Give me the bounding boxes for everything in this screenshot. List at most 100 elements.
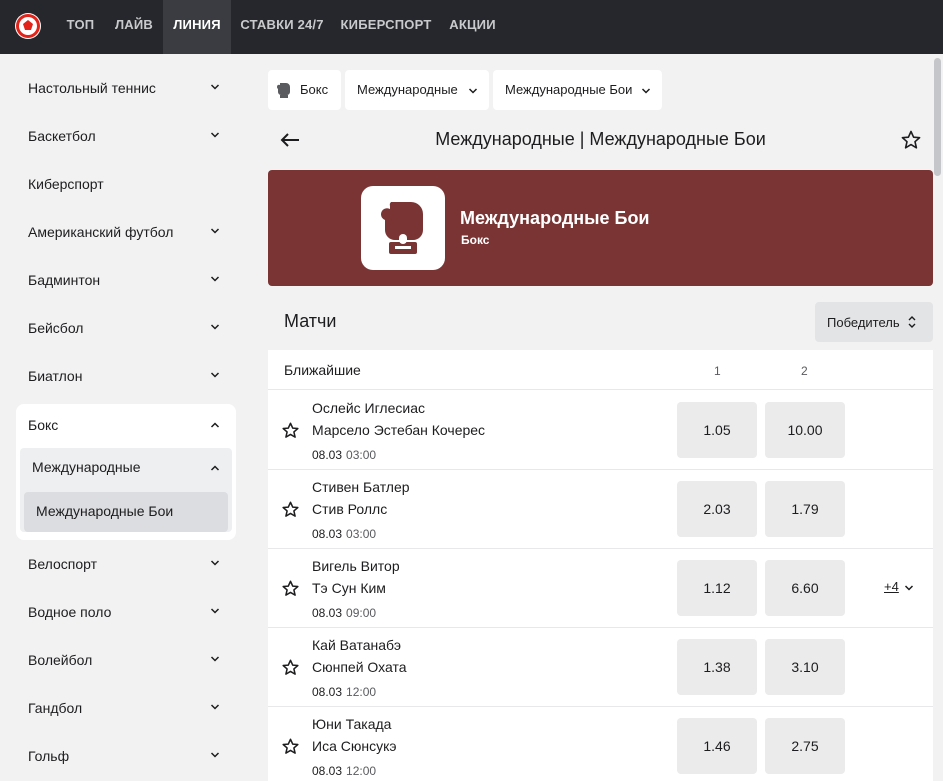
match-row[interactable]: Юни Такада Иса Сюнсукэ 08.03 12:00 1.46 2… <box>268 707 933 781</box>
sidebar-item-boxing[interactable]: Бокс <box>16 404 236 448</box>
sidebar-item-label: Биатлон <box>28 368 83 384</box>
sidebar-group-boxing: Бокс Международные Международные Бои <box>16 404 236 540</box>
player-2-name: Сюнпей Охата <box>312 659 407 675</box>
odd-1-button[interactable]: 1.12 <box>677 560 757 616</box>
match-date: 08.03 <box>312 685 343 699</box>
banner-subtitle: Бокс <box>461 233 490 247</box>
nav-line[interactable]: ЛИНИЯ <box>163 0 231 54</box>
odd-1-button[interactable]: 1.46 <box>677 718 757 774</box>
market-select-label: Победитель <box>827 315 900 330</box>
chevron-down-icon <box>210 132 220 138</box>
match-date: 08.03 <box>312 448 343 462</box>
sidebar-item-golf[interactable]: Гольф <box>16 733 236 781</box>
breadcrumb-league[interactable]: Международные Бои <box>493 70 662 110</box>
match-row[interactable]: Стивен Батлер Стив Роллс 08.03 03:00 2.03… <box>268 470 933 549</box>
chevron-down-icon <box>210 276 220 282</box>
nav-esports[interactable]: КИБЕРСПОРТ <box>333 0 439 54</box>
match-date: 08.03 <box>312 606 343 620</box>
table-header: Ближайшие 1 2 <box>268 350 933 390</box>
match-time: 03:00 <box>346 448 377 462</box>
logo-icon[interactable] <box>15 13 41 39</box>
sidebar-item-international[interactable]: Международные <box>20 448 232 488</box>
sidebar-item-international-fights[interactable]: Международные Бои <box>24 492 228 532</box>
match-datetime: 08.03 03:00 <box>312 448 376 462</box>
page-scrollbar[interactable] <box>934 58 941 176</box>
odd-1-button[interactable]: 1.38 <box>677 639 757 695</box>
star-icon[interactable] <box>282 580 299 597</box>
sidebar-item-biathlon[interactable]: Биатлон <box>16 353 236 401</box>
sidebar-item-label: Водное поло <box>28 604 112 620</box>
sidebar-item-label: Киберспорт <box>28 176 104 192</box>
favorite-star-icon[interactable] <box>901 130 921 150</box>
sidebar-item-label: Бейсбол <box>28 320 84 336</box>
breadcrumb-sport[interactable]: Бокс <box>268 70 341 110</box>
league-banner: Международные Бои Бокс <box>268 170 933 286</box>
nav-bets-247[interactable]: СТАВКИ 24/7 <box>231 0 333 54</box>
sidebar-item-esports[interactable]: Киберспорт <box>16 161 236 209</box>
more-markets-link[interactable]: +4 <box>884 579 899 594</box>
sidebar-item-volleyball[interactable]: Волейбол <box>16 637 236 685</box>
column-header-1: 1 <box>714 364 721 378</box>
player-1-name: Вигель Витор <box>312 558 400 574</box>
nav-promotions[interactable]: АКЦИИ <box>439 0 506 54</box>
nav-top[interactable]: ТОП <box>56 0 105 54</box>
chevron-down-icon <box>904 585 914 591</box>
sidebar-item-label: Настольный теннис <box>28 80 156 96</box>
nav-live[interactable]: ЛАЙВ <box>105 0 163 54</box>
player-1-name: Кай Ватанабэ <box>312 637 402 653</box>
sidebar-item-handball[interactable]: Гандбол <box>16 685 236 733</box>
banner-title: Международные Бои <box>460 208 650 228</box>
chevron-down-icon <box>210 84 220 90</box>
sidebar-item-label: Велоспорт <box>28 556 98 572</box>
top-navigation-bar: ТОП ЛАЙВ ЛИНИЯ СТАВКИ 24/7 КИБЕРСПОРТ АК… <box>0 0 943 54</box>
chevron-down-icon <box>210 704 220 710</box>
chevron-down-icon <box>210 228 220 234</box>
star-icon[interactable] <box>282 501 299 518</box>
sidebar-subgroup-international: Международные Международные Бои <box>20 448 232 532</box>
sidebar-item-badminton[interactable]: Бадминтон <box>16 257 236 305</box>
odd-2-button[interactable]: 6.60 <box>765 560 845 616</box>
sports-sidebar: Настольный теннис Баскетбол Киберспорт А… <box>0 54 252 781</box>
player-1-name: Юни Такада <box>312 716 392 732</box>
odd-2-button[interactable]: 1.79 <box>765 481 845 537</box>
player-1-name: Стивен Батлер <box>312 479 410 495</box>
breadcrumb-country[interactable]: Международные <box>345 70 489 110</box>
star-icon[interactable] <box>282 659 299 676</box>
chevron-up-icon <box>210 465 220 471</box>
market-select[interactable]: Победитель <box>815 302 933 342</box>
matches-table: Ближайшие 1 2 Ослейс Иглесиас Марсело Эс… <box>268 350 933 781</box>
odd-2-button[interactable]: 3.10 <box>765 639 845 695</box>
sidebar-item-american-football[interactable]: Американский футбол <box>16 209 236 257</box>
league-logo <box>361 186 445 270</box>
sidebar-item-baseball[interactable]: Бейсбол <box>16 305 236 353</box>
odd-2-button[interactable]: 10.00 <box>765 402 845 458</box>
player-2-name: Стив Роллс <box>312 501 388 517</box>
sidebar-item-cycling[interactable]: Велоспорт <box>16 541 236 589</box>
chevron-down-icon <box>468 88 478 94</box>
chevron-down-icon <box>210 656 220 662</box>
odd-1-button[interactable]: 2.03 <box>677 481 757 537</box>
match-row[interactable]: Кай Ватанабэ Сюнпей Охата 08.03 12:00 1.3… <box>268 628 933 707</box>
sidebar-item-label: Бокс <box>28 417 59 433</box>
breadcrumb-label: Международные Бои <box>505 82 633 97</box>
match-row[interactable]: Вигель Витор Тэ Сун Ким 08.03 09:00 1.12 … <box>268 549 933 628</box>
sidebar-item-basketball[interactable]: Баскетбол <box>16 113 236 161</box>
sidebar-item-water-polo[interactable]: Водное поло <box>16 589 236 637</box>
odd-2-button[interactable]: 2.75 <box>765 718 845 774</box>
odd-1-button[interactable]: 1.05 <box>677 402 757 458</box>
main-content: Бокс Международные Международные Бои Меж… <box>252 54 943 781</box>
sidebar-item-table-tennis[interactable]: Настольный теннис <box>16 65 236 113</box>
match-row[interactable]: Ослейс Иглесиас Марсело Эстебан Кочерес … <box>268 391 933 470</box>
star-icon[interactable] <box>282 422 299 439</box>
boxing-glove-icon <box>380 202 423 254</box>
star-icon[interactable] <box>282 738 299 755</box>
chevron-down-icon <box>210 608 220 614</box>
sidebar-item-label: Гольф <box>28 748 70 764</box>
player-1-name: Ослейс Иглесиас <box>312 400 425 416</box>
sidebar-item-label: Международные <box>32 459 141 475</box>
chevron-down-icon <box>210 752 220 758</box>
breadcrumb-label: Бокс <box>300 82 329 97</box>
player-2-name: Марсело Эстебан Кочерес <box>312 422 486 438</box>
match-datetime: 08.03 12:00 <box>312 685 376 699</box>
chevron-up-icon <box>210 422 220 428</box>
